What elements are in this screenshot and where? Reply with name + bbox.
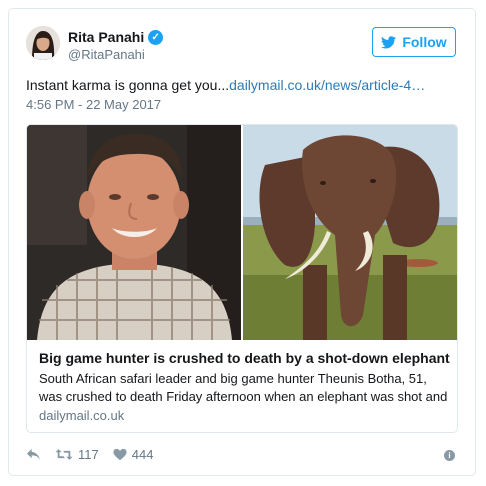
tweet-actions: 117 444 (26, 447, 153, 462)
card-title[interactable]: Big game hunter is crushed to death by a… (39, 350, 450, 366)
retweet-icon (55, 449, 73, 460)
follow-button[interactable]: Follow (372, 27, 456, 57)
like-button[interactable]: 444 (113, 447, 154, 462)
card-domain: dailymail.co.uk (39, 408, 125, 423)
reply-button[interactable] (26, 448, 41, 461)
info-icon[interactable]: i (444, 450, 455, 461)
user-handle[interactable]: @RitaPanahi (68, 47, 145, 62)
retweet-count: 117 (78, 447, 99, 462)
avatar[interactable] (26, 26, 60, 60)
twitter-bird-icon (381, 35, 397, 48)
verified-badge-icon: ✓ (148, 29, 164, 45)
elephant-photo (243, 125, 457, 340)
tweet-text: Instant karma is gonna get you...dailyma… (26, 77, 425, 93)
card-description: South African safari leader and big game… (39, 371, 448, 404)
tweet-timestamp[interactable]: 4:56 PM - 22 May 2017 (26, 97, 161, 112)
display-name-text[interactable]: Rita Panahi (68, 29, 144, 45)
like-count: 444 (131, 447, 154, 462)
reply-icon (27, 448, 40, 461)
embedded-tweet: Rita Panahi ✓ @RitaPanahi Follow Instant… (8, 8, 476, 476)
retweet-button[interactable]: 117 (55, 447, 99, 462)
display-name[interactable]: Rita Panahi ✓ (68, 29, 164, 45)
card-images (27, 125, 457, 340)
tweet-link[interactable]: dailymail.co.uk/news/article-4… (229, 77, 425, 93)
hunter-photo (27, 125, 241, 340)
follow-button-label: Follow (402, 34, 447, 50)
link-card[interactable]: Big game hunter is crushed to death by a… (26, 124, 458, 433)
heart-icon (113, 448, 127, 461)
tweet-body: Instant karma is gonna get you... (26, 77, 230, 93)
